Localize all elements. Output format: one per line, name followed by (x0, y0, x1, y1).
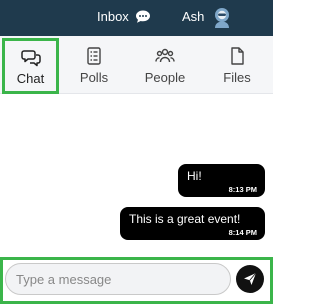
chat-bubble-icon (135, 10, 150, 23)
message-time: 8:14 PM (228, 228, 257, 237)
inbox-link[interactable]: Inbox (97, 0, 151, 33)
send-icon (244, 272, 257, 285)
poll-list-icon (87, 46, 101, 65)
inbox-label: Inbox (97, 9, 129, 24)
tab-polls-label: Polls (79, 69, 109, 85)
tab-files[interactable]: Files (207, 36, 267, 94)
user-name: Ash (182, 9, 205, 24)
tab-chat-label: Chat (16, 70, 45, 86)
file-icon (231, 46, 244, 65)
message-text: Hi! (187, 169, 202, 183)
people-icon (155, 48, 175, 62)
tab-files-label: Files (223, 69, 251, 85)
message-input[interactable] (5, 263, 231, 295)
tab-polls[interactable]: Polls (64, 36, 124, 94)
message-composer (0, 257, 273, 304)
avatar (215, 7, 230, 28)
message-bubble: This is a great event! 8:14 PM (120, 207, 265, 240)
send-button[interactable] (236, 265, 264, 293)
tab-people-label: People (144, 69, 186, 85)
tab-bar: Chat Polls People Files (0, 36, 273, 94)
tab-people[interactable]: People (135, 36, 195, 94)
tab-chat[interactable]: Chat (2, 38, 59, 94)
message-text: This is a great event! (129, 212, 241, 226)
message-bubble: Hi! 8:13 PM (178, 164, 265, 197)
user-menu[interactable]: Ash (182, 0, 232, 33)
message-list: Hi! 8:13 PM This is a great event! 8:14 … (0, 94, 273, 256)
message-time: 8:13 PM (228, 185, 257, 194)
top-bar: Inbox Ash (0, 0, 273, 36)
chat-icon (20, 49, 41, 66)
